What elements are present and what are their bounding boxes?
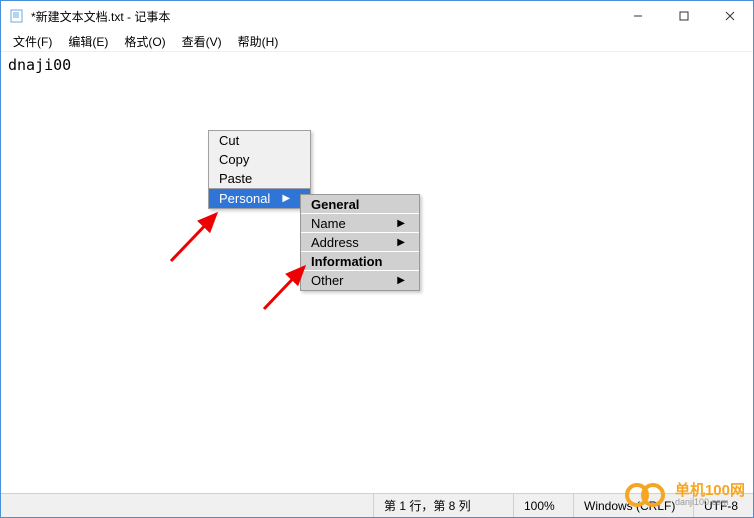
titlebar: *新建文本文档.txt - 记事本 <box>1 1 753 31</box>
sub-information-label: Information <box>311 254 383 269</box>
context-menu: Cut Copy Paste Personal ▶ <box>208 130 311 209</box>
menu-help[interactable]: 帮助(H) <box>230 31 287 52</box>
chevron-right-icon: ▶ <box>397 275 405 286</box>
watermark-name: 单机100网 <box>675 483 745 498</box>
menu-edit[interactable]: 编辑(E) <box>60 31 116 52</box>
watermark: 单机100网 danji100.com <box>625 479 745 511</box>
ctx-personal-label: Personal <box>219 191 270 206</box>
ctx-personal[interactable]: Personal ▶ <box>209 189 310 208</box>
minimize-button[interactable] <box>615 1 661 31</box>
watermark-url: danji100.com <box>675 498 745 507</box>
sub-general-label: General <box>311 197 359 212</box>
status-position: 第 1 行，第 8 列 <box>373 494 513 517</box>
menubar: 文件(F) 编辑(E) 格式(O) 查看(V) 帮助(H) <box>1 31 753 52</box>
sub-name-label: Name <box>311 216 346 231</box>
sub-information[interactable]: Information <box>301 252 419 271</box>
sub-address[interactable]: Address ▶ <box>301 233 419 252</box>
sub-other-label: Other <box>311 273 344 288</box>
window-controls <box>615 1 753 31</box>
submenu-arrow-icon: ▶ <box>282 193 290 204</box>
chevron-right-icon: ▶ <box>397 237 405 248</box>
watermark-logo-icon <box>625 479 669 511</box>
ctx-paste[interactable]: Paste <box>209 169 310 188</box>
ctx-copy[interactable]: Copy <box>209 150 310 169</box>
sub-address-label: Address <box>311 235 359 250</box>
menu-file[interactable]: 文件(F) <box>5 31 60 52</box>
personal-submenu: General Name ▶ Address ▶ Information Other… <box>300 194 420 291</box>
menu-view[interactable]: 查看(V) <box>174 31 230 52</box>
sub-other[interactable]: Other ▶ <box>301 271 419 290</box>
ctx-cut-label: Cut <box>219 133 239 148</box>
notepad-window: *新建文本文档.txt - 记事本 文件(F) 编辑(E) 格式(O) 查看(V… <box>0 0 754 518</box>
app-icon <box>9 8 25 24</box>
close-button[interactable] <box>707 1 753 31</box>
status-zoom: 100% <box>513 494 573 517</box>
ctx-paste-label: Paste <box>219 171 252 186</box>
maximize-button[interactable] <box>661 1 707 31</box>
ctx-copy-label: Copy <box>219 152 249 167</box>
ctx-cut[interactable]: Cut <box>209 131 310 150</box>
sub-general[interactable]: General <box>301 195 419 214</box>
sub-name[interactable]: Name ▶ <box>301 214 419 233</box>
window-title: *新建文本文档.txt - 记事本 <box>31 8 615 25</box>
chevron-right-icon: ▶ <box>397 218 405 229</box>
menu-format[interactable]: 格式(O) <box>116 31 173 52</box>
document-text: dnaji00 <box>8 56 71 74</box>
watermark-text: 单机100网 danji100.com <box>675 483 745 507</box>
